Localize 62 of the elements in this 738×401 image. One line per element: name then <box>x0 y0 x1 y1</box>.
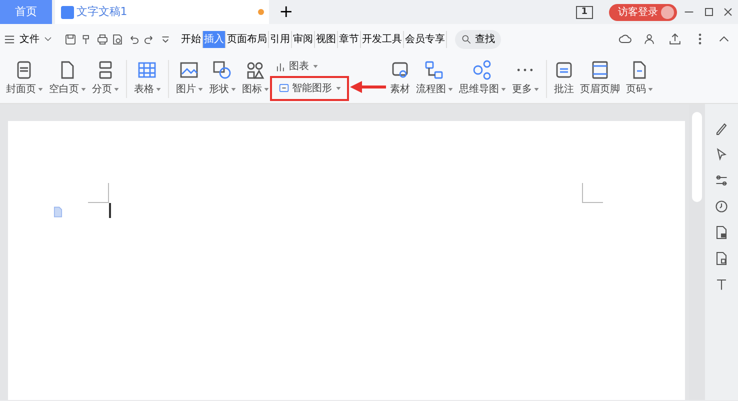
sliders-icon[interactable] <box>714 172 729 188</box>
login-button[interactable]: 访客登录 <box>609 4 677 20</box>
table-icon <box>137 60 158 80</box>
document-save-icon[interactable] <box>714 250 729 266</box>
tab-title[interactable]: 文字文稿1 <box>76 4 255 20</box>
save-icon[interactable] <box>64 32 77 46</box>
print-icon[interactable] <box>96 32 108 46</box>
search-button[interactable]: 查找 <box>455 30 501 48</box>
scroll-thumb[interactable] <box>692 112 702 202</box>
print-preview-icon[interactable] <box>111 32 124 46</box>
ribbon-tab[interactable]: 会员专享 <box>404 30 447 48</box>
annotation-arrow <box>350 80 386 93</box>
more-icon <box>517 68 534 72</box>
clock-icon[interactable] <box>714 198 729 214</box>
ribbon-button[interactable]: 空白页 <box>46 58 89 98</box>
document-lock-icon[interactable] <box>714 224 729 240</box>
text-cursor <box>109 203 111 218</box>
pen-icon[interactable] <box>714 120 729 136</box>
search-icon <box>461 34 472 44</box>
ribbon-tab[interactable]: 引用 <box>268 30 292 48</box>
ribbon-tab[interactable]: 页面布局 <box>226 30 269 48</box>
document-icon <box>60 6 74 18</box>
comment-icon <box>554 60 574 80</box>
new-tab-button[interactable]: + <box>269 0 304 24</box>
ribbon-button[interactable]: 表格 <box>130 58 164 98</box>
ribbon-button[interactable]: 图表 <box>272 58 347 76</box>
chart-icon <box>274 60 287 73</box>
cloud-icon[interactable] <box>618 32 632 46</box>
ribbon-button[interactable]: 分页 <box>88 58 122 98</box>
icons-icon <box>245 60 266 80</box>
mind-map-icon <box>472 60 492 80</box>
ribbon-tab[interactable]: 章节 <box>338 30 361 48</box>
ribbon-button[interactable]: 批注 <box>550 58 577 98</box>
ribbon-button[interactable]: 素材 <box>386 58 413 98</box>
pointer-icon[interactable] <box>714 146 729 162</box>
document-tab[interactable]: 文字文稿1 <box>55 0 269 24</box>
ribbon-button[interactable]: 图标 <box>238 58 272 98</box>
ribbon-button[interactable]: 流程图 <box>412 58 456 98</box>
ribbon-tab[interactable]: 审阅 <box>292 30 315 48</box>
shapes-icon <box>212 60 232 80</box>
ribbon-button[interactable]: 智能图形 <box>272 78 347 99</box>
ribbon-tab[interactable]: 视图 <box>314 30 338 48</box>
upload-icon[interactable] <box>668 32 682 46</box>
avatar-icon <box>660 6 674 18</box>
ribbon-button[interactable]: 图片 <box>172 58 206 98</box>
ribbon-button[interactable]: 更多 <box>508 58 542 98</box>
ribbon-button[interactable]: 封面页 <box>2 58 46 98</box>
ribbon-tab[interactable]: 开发工具 <box>360 30 404 48</box>
header-footer-icon <box>590 60 610 80</box>
ribbon-button[interactable]: 形状 <box>206 58 239 98</box>
picture-icon <box>179 60 200 80</box>
ribbon-button[interactable]: 思维导图 <box>456 58 509 98</box>
text-icon[interactable] <box>714 276 729 292</box>
smart-art-icon <box>278 82 290 94</box>
ribbon-button[interactable]: 页眉页脚 <box>576 58 623 98</box>
flowchart-icon <box>424 60 444 80</box>
share-user-icon[interactable] <box>643 32 657 46</box>
file-menu[interactable]: 文件 <box>18 30 40 48</box>
window-count[interactable]: 1 <box>576 6 592 18</box>
scrollbar[interactable] <box>689 104 705 400</box>
ribbon-button[interactable]: 页码 <box>622 58 656 98</box>
material-icon <box>390 60 410 80</box>
